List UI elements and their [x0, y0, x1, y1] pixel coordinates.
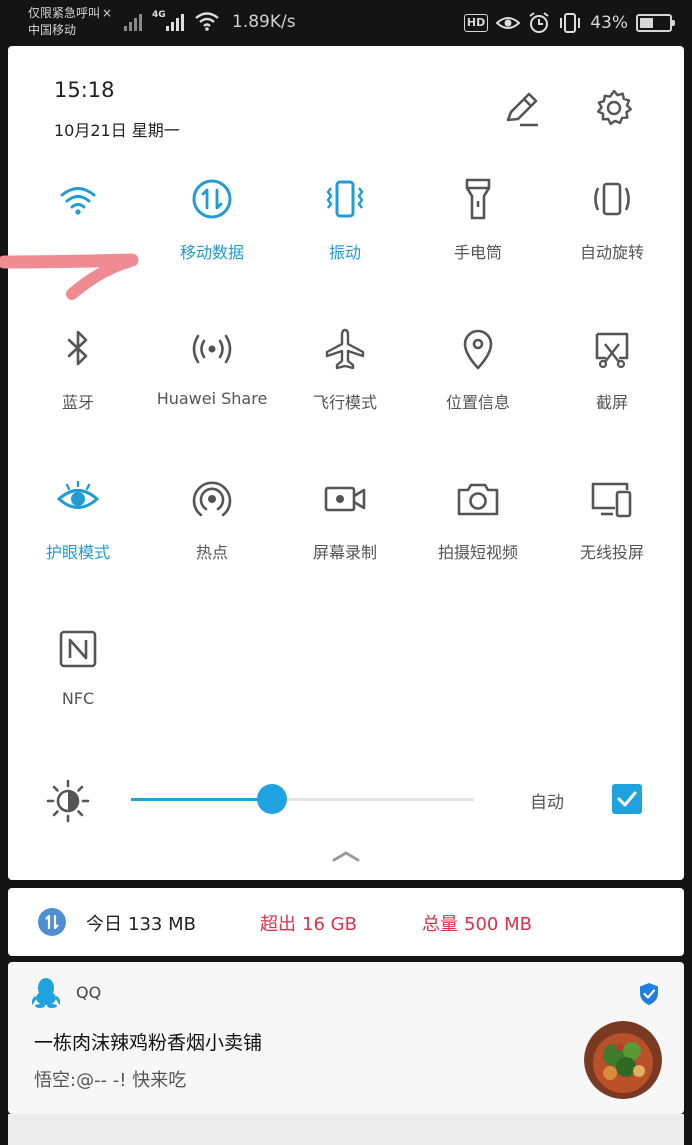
vibrate-icon [326, 180, 364, 218]
hotspot-icon [192, 481, 232, 517]
wifi-icon [60, 187, 96, 215]
sim-close-icon: × [102, 6, 113, 20]
exceed-usage: 超出 16 GB [260, 910, 357, 936]
eye-comfort-icon [56, 480, 100, 509]
eye-status-icon [496, 17, 521, 29]
chat-avatar [584, 1021, 662, 1099]
auto-brightness-checkbox[interactable] [612, 784, 642, 814]
tile-vibrate[interactable]: 振动 [278, 176, 412, 286]
brightness-slider-fill [131, 798, 272, 801]
flashlight-icon [465, 178, 491, 220]
today-usage: 今日 133 MB [86, 910, 196, 936]
auto-brightness-label: 自动 [530, 793, 564, 813]
clock-time: 15:18 [54, 78, 115, 102]
tile-huawei-share[interactable]: Huawei Share [145, 326, 279, 436]
tile-wireless-projection-label: 无线投屏 [579, 543, 644, 562]
tile-auto-rotate-label: 自动旋转 [579, 243, 644, 262]
auto-rotate-icon [594, 182, 630, 216]
chevron-up-icon[interactable] [330, 846, 362, 866]
notification-app-name: QQ [76, 983, 102, 1002]
total-label: 总量 [422, 914, 458, 935]
tile-hotspot-label: 热点 [195, 543, 228, 562]
camera-icon [457, 483, 499, 516]
tile-short-video-label: 拍摄短视频 [437, 543, 518, 562]
tile-screen-record-label: 屏幕录制 [312, 543, 377, 562]
airplane-icon [325, 328, 365, 370]
total-value: 500 MB [464, 914, 532, 935]
tile-vibrate-label: 振动 [328, 243, 361, 262]
tile-nfc-label: NFC [61, 689, 95, 708]
tile-location-label: 位置信息 [445, 393, 510, 412]
today-label: 今日 [86, 914, 122, 935]
screen-record-icon [324, 486, 366, 512]
tile-bluetooth[interactable]: 蓝牙 [11, 326, 145, 436]
tile-mobile-data[interactable]: 移动数据 [145, 176, 279, 286]
data-usage-icon [38, 908, 66, 936]
tile-mobile-data-label: 移动数据 [179, 243, 244, 262]
carrier-line-2: 中国移动 [28, 23, 77, 37]
brightness-slider[interactable] [131, 784, 474, 814]
signal-icon-2 [166, 14, 184, 31]
tile-wireless-projection[interactable]: 无线投屏 [545, 476, 679, 586]
tile-flashlight[interactable]: 手电筒 [411, 176, 545, 286]
qq-notification[interactable]: QQ 一栋肉沫辣鸡粉香烟小卖铺 悟空:@-- -! 快来吃 [8, 962, 684, 1114]
tile-eye-comfort-label: 护眼模式 [45, 543, 110, 562]
tile-hotspot[interactable]: 热点 [145, 476, 279, 586]
carrier-info: 仅限紧急呼叫 × 中国移动 [28, 5, 112, 39]
tile-auto-rotate[interactable]: 自动旋转 [545, 176, 679, 286]
screenshot-icon [595, 332, 629, 369]
exceed-label: 超出 [260, 914, 296, 935]
next-notification-peek [8, 1114, 684, 1145]
tile-eye-comfort[interactable]: 护眼模式 [11, 476, 145, 586]
exceed-value: 16 GB [302, 914, 357, 935]
tile-airplane-mode[interactable]: 飞行模式 [278, 326, 412, 436]
wifi-status-icon [195, 12, 219, 31]
shield-check-icon [640, 983, 658, 1005]
mobile-data-icon [192, 179, 232, 219]
hd-badge: HD [463, 14, 489, 32]
location-icon [463, 329, 493, 370]
signal-icon-1 [124, 14, 142, 31]
tile-huawei-share-label: Huawei Share [156, 389, 268, 408]
status-bar: 仅限紧急呼叫 × 中国移动 4G 1.89K/s HD 43% [0, 0, 692, 46]
today-value: 133 MB [128, 914, 196, 935]
check-icon [617, 791, 637, 807]
alarm-icon [529, 12, 549, 33]
bluetooth-icon [67, 330, 88, 366]
wireless-projection-icon [591, 482, 632, 518]
qq-penguin-icon [32, 978, 60, 1008]
tile-flashlight-label: 手电筒 [453, 243, 502, 262]
tile-bluetooth-label: 蓝牙 [61, 393, 94, 412]
notification-title: 一栋肉沫辣鸡粉香烟小卖铺 [34, 1032, 263, 1054]
brightness-icon [46, 779, 90, 823]
huawei-share-icon [192, 334, 232, 364]
tile-screenshot[interactable]: 截屏 [545, 326, 679, 436]
tile-screen-record[interactable]: 屏幕录制 [278, 476, 412, 586]
tile-wifi[interactable] [11, 176, 145, 286]
vibrate-status-icon [560, 13, 581, 33]
tile-short-video[interactable]: 拍摄短视频 [411, 476, 545, 586]
nfc-icon [59, 630, 97, 668]
edit-icon[interactable] [502, 90, 540, 128]
net-type-label: 4G [152, 10, 166, 20]
quick-settings-panel: 15:18 10月21日 星期一 移动数据 振动 手电筒 自动旋转 蓝牙 Hua… [8, 46, 684, 880]
notification-message: 悟空:@-- -! 快来吃 [34, 1070, 187, 1091]
network-speed: 1.89K/s [232, 12, 296, 32]
battery-percent: 43% [590, 13, 628, 33]
settings-gear-icon[interactable] [594, 88, 634, 128]
brightness-slider-thumb[interactable] [256, 784, 287, 814]
tile-screenshot-label: 截屏 [595, 393, 628, 412]
total-usage: 总量 500 MB [422, 910, 532, 936]
data-usage-card[interactable]: 今日 133 MB 超出 16 GB 总量 500 MB [8, 888, 684, 956]
tile-airplane-mode-label: 飞行模式 [312, 393, 377, 412]
clock-date: 10月21日 星期一 [54, 121, 180, 140]
battery-icon [636, 14, 675, 32]
tile-location[interactable]: 位置信息 [411, 326, 545, 436]
tile-nfc[interactable]: NFC [11, 626, 145, 736]
carrier-line-1: 仅限紧急呼叫 [28, 6, 101, 20]
